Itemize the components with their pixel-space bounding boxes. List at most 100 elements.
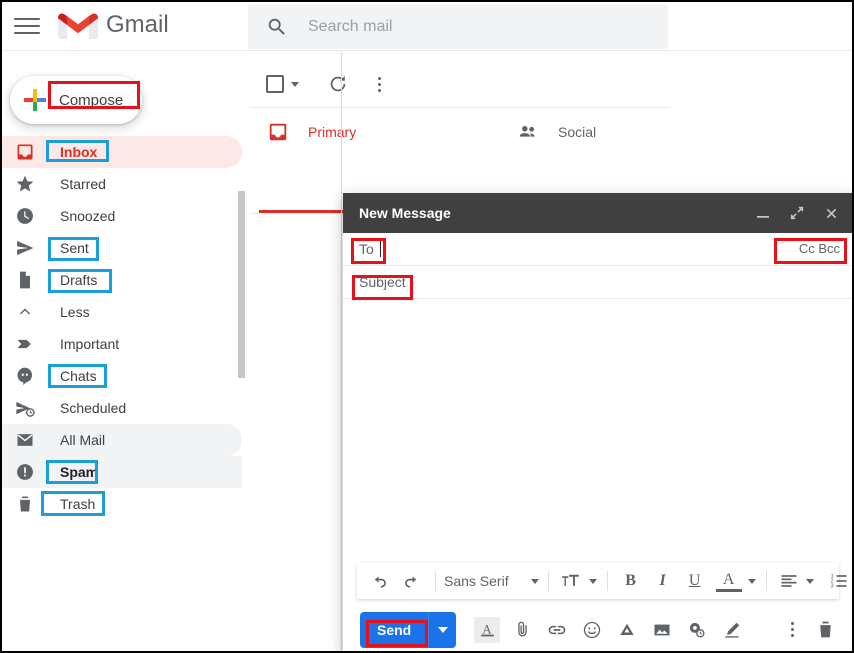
- chats-icon: [14, 365, 36, 387]
- sidebar-item-snoozed[interactable]: Snoozed: [2, 200, 242, 232]
- send-button-group[interactable]: Send: [360, 611, 457, 648]
- toolbar-divider: [765, 571, 767, 591]
- font-family-label: Sans Serif: [444, 573, 509, 589]
- chevron-down-icon[interactable]: [588, 578, 597, 584]
- sidebar-item-inbox[interactable]: Inbox: [2, 136, 242, 168]
- close-icon[interactable]: [822, 204, 840, 222]
- search-bar[interactable]: [248, 4, 668, 49]
- gmail-logo-icon: [58, 10, 98, 42]
- link-icon[interactable]: [544, 617, 570, 643]
- expand-icon[interactable]: [788, 204, 806, 222]
- chevron-down-icon[interactable]: [805, 578, 814, 584]
- bold-button[interactable]: B: [618, 566, 644, 596]
- compose-window: New Message To Cc Bcc Subject Sans Serif…: [343, 193, 852, 651]
- chevron-down-icon[interactable]: [747, 578, 756, 584]
- scheduled-icon: [14, 397, 36, 419]
- text-cursor: [379, 241, 381, 257]
- sidebar-item-label: Spam: [60, 464, 99, 480]
- gmail-wordmark: Gmail: [106, 11, 169, 38]
- insert-image-icon[interactable]: [649, 617, 675, 643]
- trash-icon[interactable]: [812, 617, 838, 643]
- svg-text:A: A: [482, 622, 492, 636]
- compose-button[interactable]: Compose: [10, 76, 142, 124]
- draft-icon: [14, 269, 36, 291]
- spam-icon: [14, 461, 36, 483]
- sidebar-item-label: Chats: [60, 368, 97, 384]
- signature-pen-icon[interactable]: [719, 617, 745, 643]
- format-text-icon[interactable]: A: [474, 616, 501, 643]
- numbered-list-icon[interactable]: 1 2 3: [826, 566, 852, 596]
- font-family-selector[interactable]: Sans Serif: [444, 573, 539, 589]
- sidebar-scrollbar[interactable]: [238, 191, 245, 378]
- subject-field[interactable]: Subject: [343, 266, 852, 299]
- text-color-button[interactable]: A: [715, 570, 742, 592]
- font-size-icon[interactable]: [558, 566, 584, 596]
- sidebar-item-label: Inbox: [60, 144, 98, 160]
- sidebar-item-sent[interactable]: Sent: [2, 232, 242, 264]
- sidebar-item-less[interactable]: Less: [2, 296, 242, 328]
- google-drive-icon[interactable]: [614, 617, 640, 643]
- sidebar-item-chats[interactable]: Chats: [2, 360, 242, 392]
- send-row-right-actions: [762, 606, 838, 651]
- hamburger-icon[interactable]: [14, 14, 42, 38]
- compose-window-header[interactable]: New Message: [343, 193, 852, 233]
- sidebar-nav-list: Inbox Starred Snoozed Sent Drafts Less I…: [2, 136, 242, 520]
- toolbar-divider: [606, 571, 608, 591]
- sidebar-item-trash[interactable]: Trash: [2, 488, 242, 520]
- gmail-app-window: Gmail Compose: [0, 0, 854, 653]
- chevron-down-icon: [437, 626, 448, 633]
- minimize-icon[interactable]: [754, 204, 772, 222]
- svg-text:3: 3: [830, 584, 833, 590]
- emoji-icon[interactable]: [579, 617, 605, 643]
- compose-label: Compose: [59, 91, 124, 109]
- more-vertical-icon[interactable]: [790, 620, 794, 640]
- send-options-button[interactable]: [429, 612, 456, 648]
- sidebar-item-label: Trash: [60, 496, 96, 512]
- confidential-mode-icon[interactable]: [684, 617, 710, 643]
- sidebar-item-label: Scheduled: [60, 400, 127, 416]
- tab-social[interactable]: Social: [516, 108, 596, 156]
- sidebar-item-label: Important: [60, 336, 120, 352]
- checkbox-icon[interactable]: [266, 75, 284, 93]
- attachment-icon[interactable]: [509, 617, 535, 643]
- underline-button[interactable]: U: [682, 566, 708, 596]
- toolbar-divider: [435, 571, 436, 591]
- send-icon: [14, 237, 36, 259]
- tab-label: Primary: [308, 124, 357, 140]
- message-body-input[interactable]: [343, 299, 852, 549]
- cc-bcc-button[interactable]: Cc Bcc: [799, 241, 840, 256]
- top-bar: Gmail: [2, 2, 852, 51]
- search-icon: [266, 16, 288, 38]
- sidebar-item-all-mail[interactable]: All Mail: [2, 424, 242, 456]
- sidebar-item-label: Drafts: [60, 272, 98, 288]
- sidebar-item-drafts[interactable]: Drafts: [2, 264, 242, 296]
- clock-icon: [14, 205, 36, 227]
- search-input[interactable]: [306, 16, 636, 37]
- align-left-icon[interactable]: [777, 566, 801, 596]
- compose-window-controls: [754, 193, 840, 233]
- inbox-tabs: Primary Social: [250, 107, 670, 214]
- send-button[interactable]: Send: [360, 612, 428, 648]
- sidebar-item-label: Starred: [60, 176, 106, 192]
- refresh-icon[interactable]: [327, 73, 349, 95]
- more-vertical-icon[interactable]: [377, 74, 381, 94]
- toolbar-divider: [547, 571, 549, 591]
- tab-primary[interactable]: Primary: [266, 108, 356, 156]
- sidebar-item-starred[interactable]: Starred: [2, 168, 242, 200]
- compose-send-row: Send A: [343, 606, 852, 651]
- undo-icon[interactable]: [363, 566, 395, 596]
- sidebar-item-important[interactable]: Important: [2, 328, 242, 360]
- mail-list-toolbar: [250, 62, 670, 106]
- chevron-down-icon: [530, 578, 539, 584]
- subject-label: Subject: [359, 274, 406, 290]
- redo-icon[interactable]: [395, 566, 427, 596]
- sidebar-item-spam[interactable]: Spam: [2, 456, 242, 488]
- compose-window-title: New Message: [359, 205, 451, 221]
- chevron-down-icon[interactable]: [291, 81, 299, 87]
- plus-icon: [22, 87, 48, 113]
- italic-button[interactable]: I: [650, 566, 676, 596]
- to-label: To: [359, 241, 374, 257]
- all-mail-icon: [14, 429, 36, 451]
- sidebar-item-scheduled[interactable]: Scheduled: [2, 392, 242, 424]
- to-field[interactable]: To Cc Bcc: [343, 233, 852, 266]
